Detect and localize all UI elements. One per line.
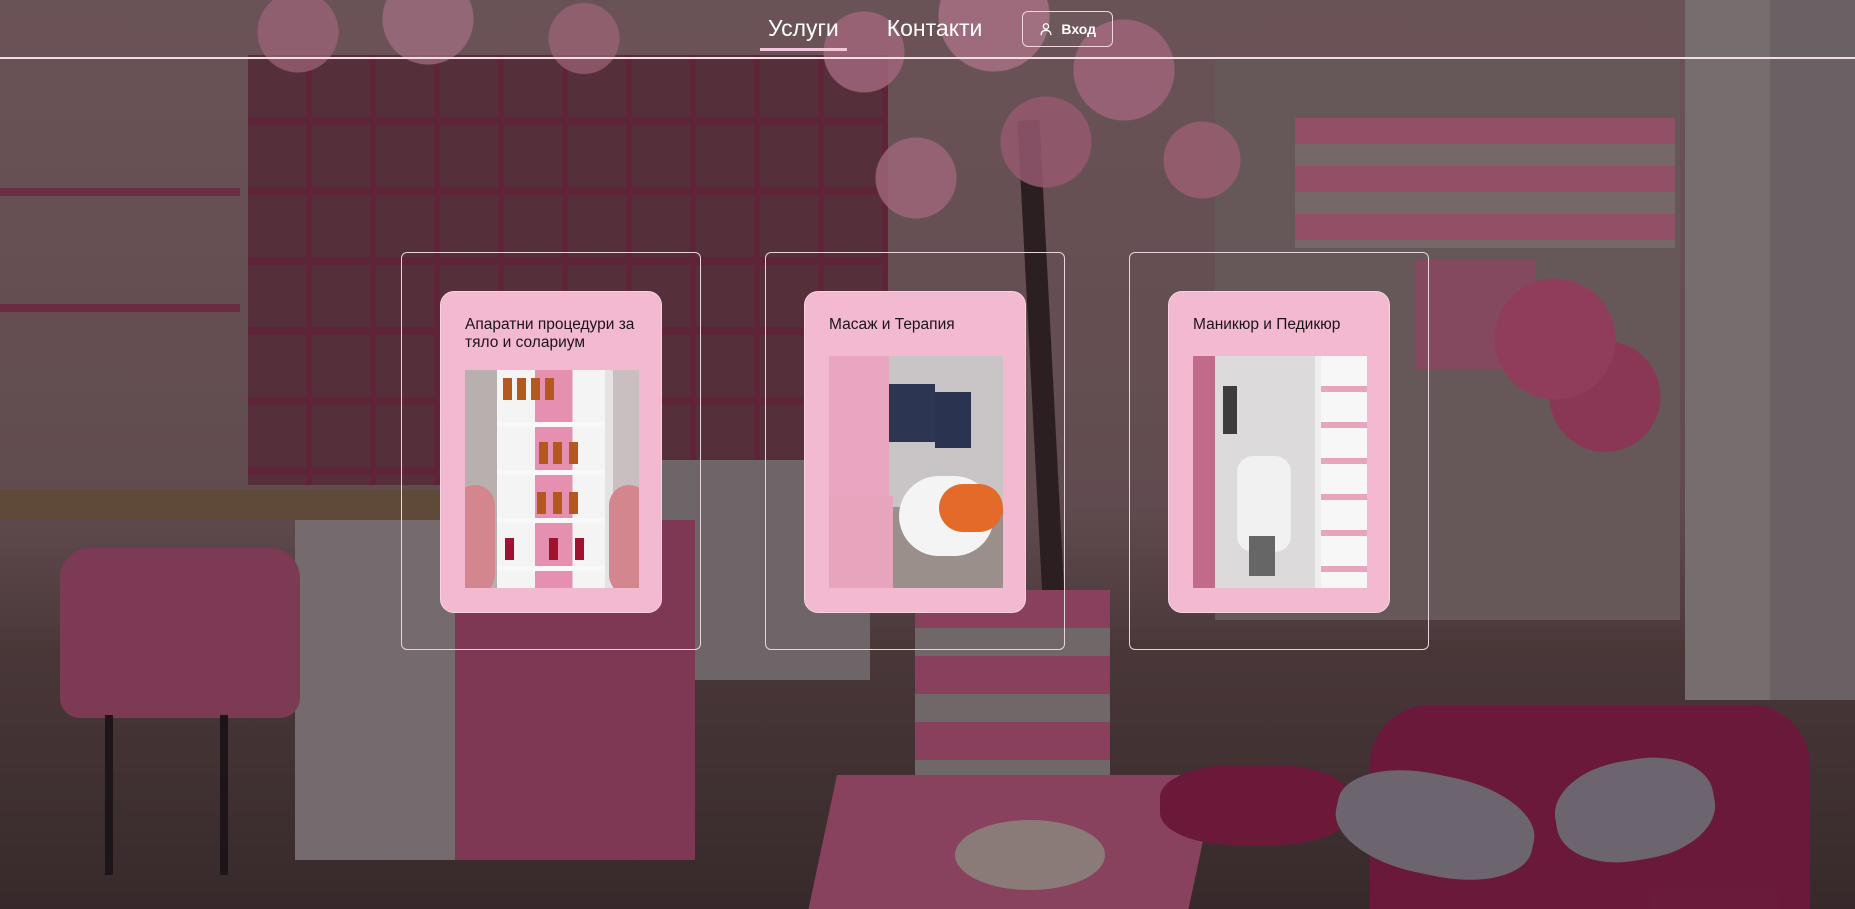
login-button[interactable]: Вход xyxy=(1022,10,1114,47)
service-frame-manicure-pedicure: Маникюр и Педикюр xyxy=(1129,252,1429,650)
nav-link-contacts[interactable]: Контакти xyxy=(879,0,991,57)
service-photo-body-solarium xyxy=(465,370,639,588)
service-photo-manicure-pedicure xyxy=(1193,356,1367,588)
service-card-title: Маникюр и Педикюр xyxy=(1193,316,1341,333)
user-icon xyxy=(1040,22,1052,35)
service-card-body-solarium[interactable]: Апаратни процедури за тяло и солариум xyxy=(440,291,662,613)
nav-link-services[interactable]: Услуги xyxy=(760,0,847,57)
main-nav: Услуги Контакти Вход xyxy=(760,0,1114,57)
login-button-label: Вход xyxy=(1061,20,1097,37)
service-card-manicure-pedicure[interactable]: Маникюр и Педикюр xyxy=(1168,291,1390,613)
service-card-title: Апаратни процедури за тяло и солариум xyxy=(465,316,635,351)
service-card-title: Масаж и Терапия xyxy=(829,316,955,333)
service-frame-body-solarium: Апаратни процедури за тяло и солариум xyxy=(401,252,701,650)
site-header: Услуги Контакти Вход xyxy=(0,0,1855,59)
service-photo-massage-therapy xyxy=(829,356,1003,588)
service-card-massage-therapy[interactable]: Масаж и Терапия xyxy=(804,291,1026,613)
service-frame-massage-therapy: Масаж и Терапия xyxy=(765,252,1065,650)
